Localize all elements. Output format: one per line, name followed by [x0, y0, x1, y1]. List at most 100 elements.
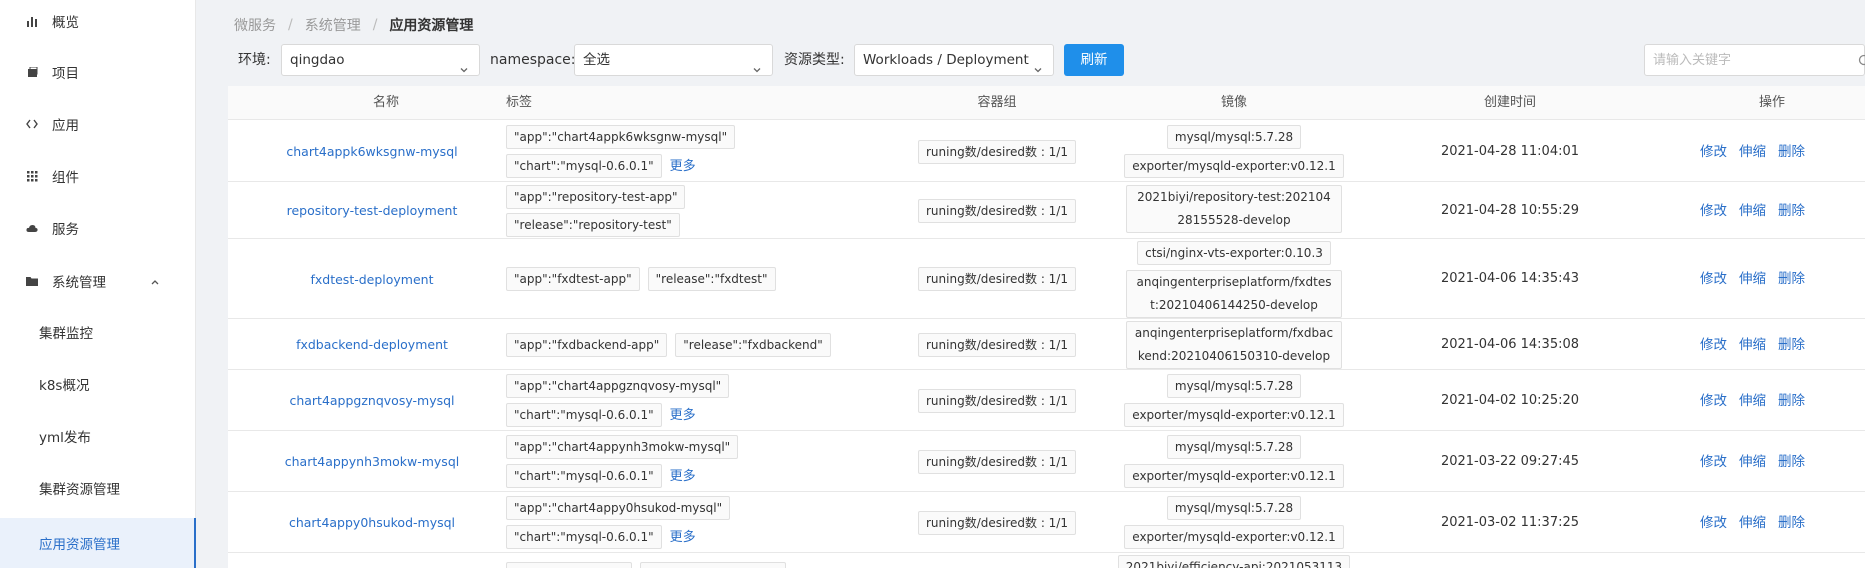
label-tag: "app":"chart4appynh3mokw-mysql": [506, 435, 739, 459]
image-tag: mysql/mysql:5.7.28: [1166, 435, 1302, 459]
label-tag: "release":"fxdtest": [647, 267, 776, 291]
cloud-icon: [26, 222, 38, 234]
sidebar-sub-app-resources[interactable]: 应用资源管理: [0, 518, 196, 568]
sidebar-sub-label: 集群资源管理: [39, 482, 120, 498]
sidebar-item-components[interactable]: 组件: [0, 156, 196, 196]
chevron-down-icon: [1033, 56, 1043, 73]
edit-link[interactable]: 修改: [1700, 144, 1727, 160]
search-input[interactable]: [1644, 44, 1865, 76]
edit-link[interactable]: 修改: [1700, 515, 1727, 531]
delete-link[interactable]: 删除: [1778, 144, 1805, 160]
edit-link[interactable]: 修改: [1700, 393, 1727, 409]
deployment-name-link[interactable]: fxdbackend-deployment: [252, 337, 492, 352]
scale-link[interactable]: 伸缩: [1739, 271, 1766, 287]
filter-bar: 环境: qingdao namespace: 全选 资源类型: Workload…: [234, 44, 1865, 76]
edit-link[interactable]: 修改: [1700, 337, 1727, 353]
table-row: chart4appgznqvosy-mysql "app":"chart4app…: [228, 370, 1865, 431]
refresh-button[interactable]: 刷新: [1064, 44, 1124, 76]
edit-link[interactable]: 修改: [1700, 271, 1727, 287]
namespace-select[interactable]: 全选: [574, 44, 773, 76]
sidebar-item-projects[interactable]: 项目: [0, 52, 196, 92]
chevron-up-icon: [150, 275, 162, 287]
sidebar-item-overview[interactable]: 概览: [0, 0, 196, 42]
created-time: 2021-04-06 14:35:43: [1440, 271, 1580, 286]
delete-link[interactable]: 删除: [1778, 203, 1805, 219]
image-tag: mysql/mysql:5.7.28: [1166, 374, 1302, 398]
label-tag: "chart":"mysql-0.6.0.1": [506, 403, 662, 427]
deployment-name-link[interactable]: chart4appk6wksgnw-mysql: [252, 144, 492, 159]
image-tag: exporter/mysqld-exporter:v0.12.1: [1124, 154, 1344, 178]
sidebar: 概览 项目 应用 组件 服务 系统管理 集群监控 k8s概况 yml发布 集群资…: [0, 0, 196, 568]
column-header-name: 名称: [372, 95, 399, 110]
deployment-name-link[interactable]: chart4appy0hsukod-mysql: [252, 515, 492, 530]
namespace-label: namespace:: [490, 52, 576, 68]
breadcrumb-item-system[interactable]: 系统管理: [305, 15, 361, 35]
column-header-created: 创建时间: [1483, 95, 1536, 110]
deployment-name-link[interactable]: chart4appynh3mokw-mysql: [252, 454, 492, 469]
column-header-tags: 标签: [506, 95, 533, 110]
image-tag: 2021biyi/repository-test:20210428155528-…: [1126, 185, 1342, 233]
delete-link[interactable]: 删除: [1778, 393, 1805, 409]
scale-link[interactable]: 伸缩: [1739, 203, 1766, 219]
image-tag: anqingenterpriseplatform/fxdbackend:2021…: [1126, 321, 1342, 369]
more-tags-link[interactable]: 更多: [670, 469, 696, 484]
edit-link[interactable]: 修改: [1700, 454, 1727, 470]
chevron-down-icon: [752, 56, 762, 73]
sidebar-item-label: 应用: [52, 118, 79, 134]
delete-link[interactable]: 删除: [1778, 337, 1805, 353]
sidebar-sub-yml-publish[interactable]: yml发布: [0, 416, 196, 456]
sidebar-item-label: 系统管理: [52, 275, 106, 291]
label-tag: [506, 562, 632, 568]
project-icon: [26, 66, 38, 78]
sidebar-sub-k8s-overview[interactable]: k8s概况: [0, 364, 196, 404]
scale-link[interactable]: 伸缩: [1739, 393, 1766, 409]
scale-link[interactable]: 伸缩: [1739, 337, 1766, 353]
deployment-name-link[interactable]: chart4appgznqvosy-mysql: [252, 393, 492, 408]
sidebar-sub-cluster-monitor[interactable]: 集群监控: [0, 312, 196, 352]
table-row: fxdbackend-deployment "app":"fxdbackend-…: [228, 319, 1865, 370]
deployment-table: 名称 标签 容器组 镜像 创建时间 操作 chart4appk6wksgnw-m…: [228, 86, 1865, 568]
breadcrumb: 微服务 / 系统管理 / 应用资源管理: [234, 14, 473, 36]
resource-type-select[interactable]: Workloads / Deployment: [854, 44, 1054, 76]
deployment-name-link[interactable]: repository-test-deployment: [252, 203, 492, 218]
sidebar-item-services[interactable]: 服务: [0, 208, 196, 248]
deployment-name-link[interactable]: fxdtest-deployment: [252, 272, 492, 287]
sidebar-item-apps[interactable]: 应用: [0, 104, 196, 144]
search-icon[interactable]: [1858, 53, 1865, 67]
pods-status-badge: runing数/desired数 : 1/1: [918, 267, 1076, 291]
created-time: 2021-04-28 10:55:29: [1440, 203, 1580, 218]
image-tag: 2021biyi/efficiency-api:2021053113: [1117, 555, 1351, 568]
scale-link[interactable]: 伸缩: [1739, 454, 1766, 470]
sidebar-sub-label: 集群监控: [39, 326, 93, 342]
edit-link[interactable]: 修改: [1700, 203, 1727, 219]
env-select-value: qingdao: [290, 52, 345, 68]
more-tags-link[interactable]: 更多: [670, 159, 696, 174]
created-time: 2021-04-02 10:25:20: [1440, 393, 1580, 408]
more-tags-link[interactable]: 更多: [670, 530, 696, 545]
table-row: fxdtest-deployment "app":"fxdtest-app" "…: [228, 239, 1865, 319]
created-time: 2021-03-02 11:37:25: [1440, 515, 1580, 530]
sidebar-sub-label: k8s概况: [39, 378, 90, 394]
scale-link[interactable]: 伸缩: [1739, 515, 1766, 531]
delete-link[interactable]: 删除: [1778, 454, 1805, 470]
image-tag: mysql/mysql:5.7.28: [1166, 125, 1302, 149]
sidebar-sub-cluster-resources[interactable]: 集群资源管理: [0, 468, 196, 508]
more-tags-link[interactable]: 更多: [670, 408, 696, 423]
scale-link[interactable]: 伸缩: [1739, 144, 1766, 160]
sidebar-item-system[interactable]: 系统管理: [0, 261, 196, 301]
sidebar-item-label: 服务: [52, 222, 79, 238]
label-tag: "chart":"mysql-0.6.0.1": [506, 464, 662, 488]
pods-status-badge: runing数/desired数 : 1/1: [918, 510, 1076, 535]
delete-link[interactable]: 删除: [1778, 515, 1805, 531]
label-tag: "app":"chart4appk6wksgnw-mysql": [506, 125, 736, 149]
label-tag: "app":"chart4appgznqvosy-mysql": [506, 374, 730, 398]
breadcrumb-item-microservice[interactable]: 微服务: [234, 15, 276, 35]
bar-chart-icon: [26, 15, 38, 27]
folder-icon: [26, 275, 38, 287]
created-time: 2021-04-06 14:35:08: [1440, 337, 1580, 352]
resource-type-label: 资源类型:: [784, 52, 845, 68]
env-select[interactable]: qingdao: [281, 44, 480, 76]
sidebar-sub-label: yml发布: [39, 430, 91, 446]
table-row: chart4appy0hsukod-mysql "app":"chart4app…: [228, 492, 1865, 553]
delete-link[interactable]: 删除: [1778, 271, 1805, 287]
